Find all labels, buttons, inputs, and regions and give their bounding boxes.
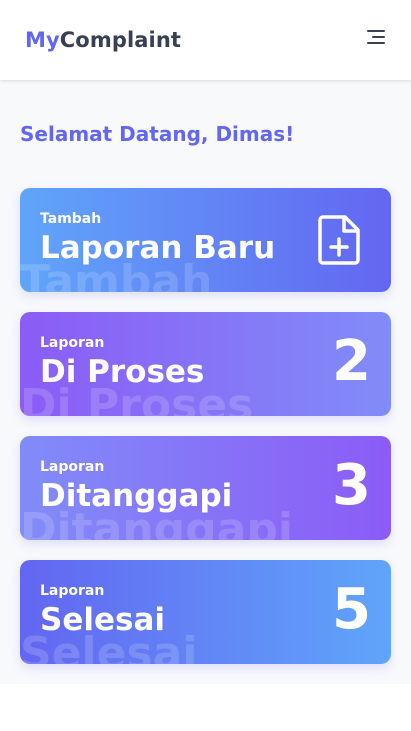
card-small-label: Laporan (40, 583, 105, 599)
card-count: 5 (332, 577, 371, 642)
card-title: Di Proses (40, 354, 205, 390)
card-count: 2 (332, 329, 371, 394)
brand-logo[interactable]: MyComplaint (25, 28, 181, 52)
card-small-label: Laporan (40, 335, 105, 351)
card-small-label: Laporan (40, 459, 105, 475)
navbar: MyComplaint (0, 0, 411, 80)
card-laporan-di-proses[interactable]: Di Proses Laporan Di Proses 2 (20, 312, 391, 416)
welcome-heading: Selamat Datang, Dimas! (20, 122, 295, 146)
card-title: Ditanggapi (40, 478, 233, 514)
card-small-label: Tambah (40, 211, 102, 227)
card-title: Selesai (40, 602, 165, 638)
card-laporan-selesai[interactable]: Selesai Laporan Selesai 5 (20, 560, 391, 664)
hamburger-menu-icon[interactable] (365, 28, 387, 46)
card-tambah-laporan-baru[interactable]: Tambah Tambah Laporan Baru (20, 188, 391, 292)
dashboard-main: Selamat Datang, Dimas! Tambah Tambah Lap… (0, 80, 411, 684)
card-title: Laporan Baru (40, 230, 276, 266)
card-count: 3 (332, 453, 371, 518)
file-plus-icon (318, 215, 360, 265)
brand-part-my: My (25, 28, 60, 52)
card-laporan-ditanggapi[interactable]: Ditanggapi Laporan Ditanggapi 3 (20, 436, 391, 540)
brand-part-complaint: Complaint (59, 28, 182, 52)
